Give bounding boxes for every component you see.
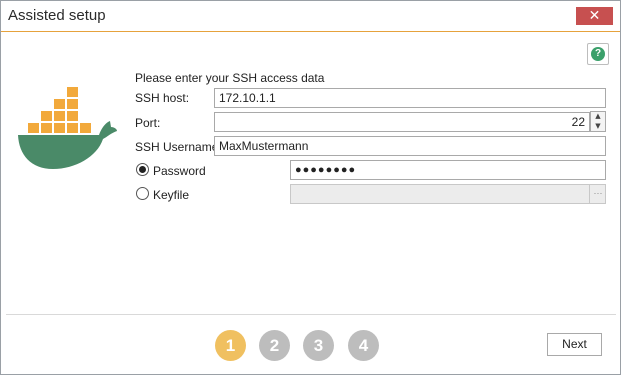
step-indicator-4: 4 [348, 330, 379, 361]
ssh-host-input[interactable]: 172.10.1.1 [214, 88, 606, 108]
port-spinner[interactable]: ▲ ▼ [590, 111, 606, 132]
step-indicator-2: 2 [259, 330, 290, 361]
ssh-username-label: SSH Username: [135, 140, 222, 154]
port-label: Port: [135, 116, 161, 130]
ssh-username-value: MaxMustermann [219, 139, 309, 153]
ssh-username-input[interactable]: MaxMustermann [214, 136, 606, 156]
setup-window: Assisted setup ✕ ? Please enter your SSH… [0, 0, 621, 375]
close-button[interactable]: ✕ [576, 7, 613, 25]
form-intro: Please enter your SSH access data [135, 71, 325, 85]
ssh-host-label: SSH host: [135, 91, 190, 105]
keyfile-radio-label[interactable]: Keyfile [153, 188, 189, 202]
step-indicator-3: 3 [303, 330, 334, 361]
password-radio-label[interactable]: Password [153, 164, 206, 178]
port-input[interactable]: 22 [214, 112, 590, 132]
keyfile-browse-button[interactable]: ··· [589, 184, 606, 204]
spin-down-icon[interactable]: ▼ [591, 122, 605, 131]
title-bar: Assisted setup ✕ [1, 1, 620, 32]
keyfile-input [290, 184, 606, 204]
ssh-host-value: 172.10.1.1 [219, 91, 276, 105]
port-value: 22 [571, 115, 585, 129]
step-indicator-1: 1 [215, 330, 246, 361]
window-title: Assisted setup [8, 7, 106, 24]
help-icon: ? [591, 47, 605, 61]
close-icon: ✕ [588, 8, 601, 24]
next-button[interactable]: Next [547, 333, 602, 356]
radio-selected-dot [139, 166, 146, 173]
password-radio[interactable] [136, 163, 149, 176]
docker-whale-logo [18, 87, 117, 169]
password-value: ●●●●●●●● [295, 164, 357, 176]
keyfile-radio[interactable] [136, 187, 149, 200]
password-input[interactable]: ●●●●●●●● [290, 160, 606, 180]
footer-divider [6, 314, 616, 315]
spin-up-icon[interactable]: ▲ [591, 112, 605, 121]
help-button[interactable]: ? [587, 43, 609, 65]
